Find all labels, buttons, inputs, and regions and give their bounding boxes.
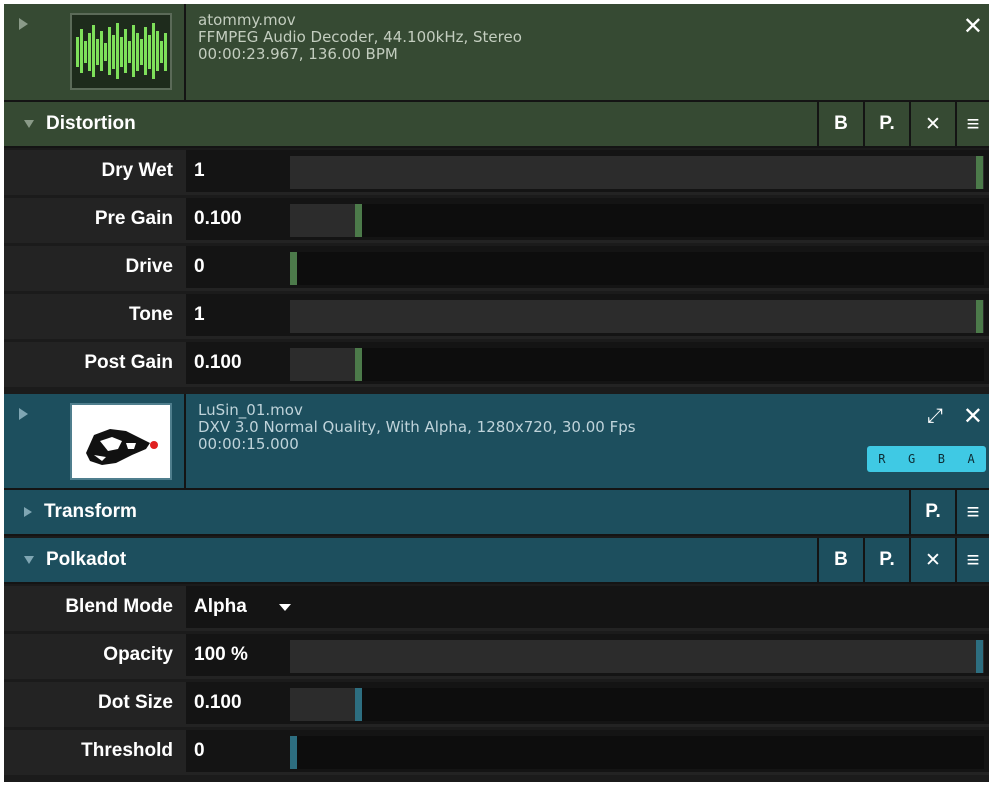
param-label: Blend Mode <box>4 586 186 628</box>
slider-handle[interactable] <box>355 348 363 381</box>
slider-fill <box>290 348 360 381</box>
slider-handle[interactable] <box>355 688 363 721</box>
expand-arrow-icon[interactable] <box>19 408 28 420</box>
param-slider[interactable] <box>290 348 984 381</box>
param-row-post-gain: Post Gain 0.100 <box>4 342 989 387</box>
distortion-effect-header[interactable]: Distortion B P. ✕ ≡ <box>4 102 989 148</box>
preset-button[interactable]: P. <box>909 490 955 534</box>
param-row-pre-gain: Pre Gain 0.100 <box>4 198 989 243</box>
slider-fill <box>290 204 360 237</box>
menu-icon[interactable]: ≡ <box>955 490 989 534</box>
param-label: Opacity <box>4 634 186 676</box>
collapse-arrow-icon[interactable] <box>24 556 34 564</box>
param-label: Threshold <box>4 730 186 772</box>
video-clip-info: LuSin_01.mov DXV 3.0 Normal Quality, Wit… <box>186 394 989 488</box>
param-value[interactable]: 1 <box>186 150 290 192</box>
rgba-channel-toggle: R G B A <box>867 446 986 472</box>
clip-inspector-panel: atommy.mov FFMPEG Audio Decoder, 44.100k… <box>4 4 989 782</box>
preset-button[interactable]: P. <box>863 538 909 582</box>
slider-handle[interactable] <box>290 736 297 769</box>
clip-duration: 00:00:23.967, 136.00 BPM <box>198 45 398 63</box>
param-value[interactable]: 0 <box>186 246 290 288</box>
param-value[interactable]: 0 <box>186 730 290 772</box>
blend-mode-select[interactable]: Alpha <box>186 586 291 628</box>
param-slider[interactable] <box>290 640 984 673</box>
slider-fill <box>290 156 984 189</box>
bypass-button[interactable]: B <box>817 102 863 146</box>
transform-effect-header[interactable]: Transform P. ≡ <box>4 490 989 536</box>
menu-icon[interactable]: ≡ <box>955 102 989 146</box>
blend-mode-value: Alpha <box>194 596 247 617</box>
clip-filename: atommy.mov <box>198 11 296 29</box>
bypass-button[interactable]: B <box>817 538 863 582</box>
slider-handle[interactable] <box>976 156 983 189</box>
clip-preview-image <box>72 405 170 478</box>
param-row-threshold: Threshold 0 <box>4 730 989 775</box>
close-icon[interactable]: ✕ <box>963 405 983 429</box>
param-row-drive: Drive 0 <box>4 246 989 291</box>
audio-clip-thumb-area <box>4 4 186 100</box>
slider-fill <box>290 688 360 721</box>
slider-fill <box>290 640 984 673</box>
expand-arrow-icon[interactable] <box>19 18 28 30</box>
effect-title: Polkadot <box>46 549 127 570</box>
remove-effect-button[interactable]: ✕ <box>909 102 955 146</box>
param-row-opacity: Opacity 100 % <box>4 634 989 679</box>
param-slider[interactable] <box>290 688 984 721</box>
param-value[interactable]: 1 <box>186 294 290 336</box>
slider-handle[interactable] <box>976 300 983 333</box>
video-thumbnail[interactable] <box>70 403 172 480</box>
param-row-blend-mode: Blend Mode Alpha <box>4 586 989 631</box>
polkadot-effect-header[interactable]: Polkadot B P. ✕ ≡ <box>4 538 989 584</box>
close-icon[interactable]: ✕ <box>963 15 983 39</box>
param-slider[interactable] <box>290 156 984 189</box>
video-clip-thumb-area <box>4 394 186 488</box>
expand-arrow-icon[interactable] <box>24 507 32 517</box>
param-row-dot-size: Dot Size 0.100 <box>4 682 989 727</box>
menu-icon[interactable]: ≡ <box>955 538 989 582</box>
effect-title: Transform <box>44 501 137 522</box>
param-value[interactable]: 100 % <box>186 634 290 676</box>
clip-codec: DXV 3.0 Normal Quality, With Alpha, 1280… <box>198 418 636 436</box>
effect-title: Distortion <box>46 113 136 134</box>
clip-codec: FFMPEG Audio Decoder, 44.100kHz, Stereo <box>198 28 522 46</box>
slider-handle[interactable] <box>976 640 983 673</box>
param-row-dry-wet: Dry Wet 1 <box>4 150 989 195</box>
remove-effect-button[interactable]: ✕ <box>909 538 955 582</box>
param-label: Post Gain <box>4 342 186 384</box>
chevron-down-icon[interactable] <box>278 603 291 611</box>
param-row-tone: Tone 1 <box>4 294 989 339</box>
collapse-arrow-icon[interactable] <box>24 120 34 128</box>
param-label: Tone <box>4 294 186 336</box>
preset-button[interactable]: P. <box>863 102 909 146</box>
channel-b-toggle[interactable]: B <box>938 452 945 466</box>
waveform-icon <box>72 15 170 88</box>
channel-r-toggle[interactable]: R <box>878 452 885 466</box>
param-label: Dry Wet <box>4 150 186 192</box>
param-label: Dot Size <box>4 682 186 724</box>
expand-icon[interactable]: ⤢ <box>927 405 943 428</box>
param-slider[interactable] <box>290 204 984 237</box>
audio-clip-info: atommy.mov FFMPEG Audio Decoder, 44.100k… <box>186 4 989 100</box>
audio-waveform-thumbnail[interactable] <box>70 13 172 90</box>
video-clip-header: LuSin_01.mov DXV 3.0 Normal Quality, Wit… <box>4 394 989 490</box>
param-value[interactable]: 0.100 <box>186 198 290 240</box>
param-label: Drive <box>4 246 186 288</box>
slider-handle[interactable] <box>290 252 297 285</box>
param-label: Pre Gain <box>4 198 186 240</box>
channel-a-toggle[interactable]: A <box>968 452 975 466</box>
slider-handle[interactable] <box>355 204 363 237</box>
param-slider[interactable] <box>290 252 984 285</box>
param-value[interactable]: 0.100 <box>186 682 290 724</box>
channel-g-toggle[interactable]: G <box>908 452 915 466</box>
clip-filename: LuSin_01.mov <box>198 401 303 419</box>
param-slider[interactable] <box>290 300 984 333</box>
slider-fill <box>290 300 984 333</box>
param-value[interactable]: 0.100 <box>186 342 290 384</box>
audio-clip-header: atommy.mov FFMPEG Audio Decoder, 44.100k… <box>4 4 989 102</box>
param-slider[interactable] <box>290 736 984 769</box>
